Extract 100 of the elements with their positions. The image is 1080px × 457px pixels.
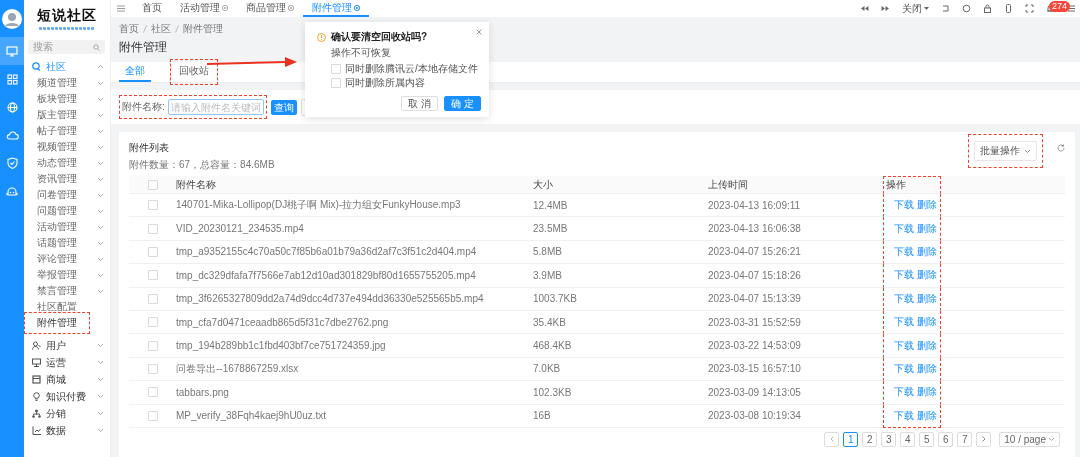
page-tab[interactable]: 活动管理 bbox=[171, 0, 237, 17]
action-link[interactable]: 下载 bbox=[894, 361, 914, 376]
checkbox-label[interactable]: 同时删除所属内容 bbox=[345, 76, 425, 90]
page-button[interactable]: 2 bbox=[862, 431, 878, 447]
grid-icon[interactable] bbox=[6, 73, 18, 85]
menu-item[interactable]: 社区配置 bbox=[27, 299, 87, 315]
tab[interactable]: 回收站 bbox=[173, 62, 215, 82]
action-link[interactable]: 删除 bbox=[917, 315, 937, 330]
menu-icon[interactable] bbox=[117, 5, 125, 12]
checkbox[interactable] bbox=[147, 317, 158, 328]
input-field[interactable]: 请输入附件名关键词 bbox=[167, 99, 264, 115]
breadcrumb-item[interactable]: 社区 bbox=[151, 22, 171, 36]
action-link[interactable]: 删除 bbox=[917, 385, 937, 400]
menu-item[interactable]: 举报管理 bbox=[27, 267, 87, 283]
menu-icon[interactable] bbox=[1067, 4, 1076, 13]
menu-group[interactable]: 社区 bbox=[24, 58, 110, 75]
menu-item[interactable]: 评论管理 bbox=[27, 251, 87, 267]
menu-item[interactable]: 附件管理 bbox=[27, 315, 87, 331]
checkbox[interactable] bbox=[147, 410, 158, 421]
action-link[interactable]: 删除 bbox=[917, 244, 937, 259]
menu-group[interactable]: 运营 bbox=[24, 354, 110, 371]
page-tab[interactable]: 附件管理 bbox=[303, 0, 369, 17]
monitor-icon[interactable] bbox=[6, 45, 18, 57]
menu-item[interactable]: 板块管理 bbox=[27, 91, 87, 107]
exit-icon[interactable] bbox=[941, 4, 950, 13]
menu-item[interactable]: 活动管理 bbox=[27, 219, 87, 235]
shield-icon[interactable] bbox=[6, 157, 18, 169]
next-page-button[interactable] bbox=[976, 431, 992, 447]
page-button[interactable]: 6 bbox=[938, 431, 954, 447]
menu-item[interactable]: 版主管理 bbox=[27, 107, 87, 123]
action-link[interactable]: 下载 bbox=[894, 268, 914, 283]
close-icon[interactable] bbox=[476, 29, 482, 35]
page-button[interactable]: 5 bbox=[919, 431, 935, 447]
search-button[interactable]: 查询 bbox=[270, 99, 297, 115]
page-button[interactable]: 4 bbox=[900, 431, 916, 447]
tab[interactable]: 全部 bbox=[119, 62, 151, 82]
batch-dropdown[interactable]: 批量操作 bbox=[974, 141, 1037, 161]
page-tab[interactable]: 商品管理 bbox=[237, 0, 303, 17]
action-link[interactable]: 删除 bbox=[917, 408, 937, 423]
checkbox[interactable] bbox=[147, 223, 158, 234]
globe-icon[interactable] bbox=[6, 101, 18, 113]
menu-item[interactable]: 问卷管理 bbox=[27, 187, 87, 203]
action-link[interactable]: 下载 bbox=[894, 338, 914, 353]
close-icon[interactable] bbox=[288, 4, 294, 11]
page-tab[interactable]: 首页 bbox=[133, 0, 171, 17]
menu-item[interactable]: 频道管理 bbox=[27, 75, 87, 91]
checkbox[interactable] bbox=[147, 200, 158, 211]
page-size-dropdown[interactable]: 10 / page bbox=[999, 431, 1060, 447]
close-menu-dropdown[interactable]: 关闭 bbox=[902, 1, 929, 16]
menu-group[interactable]: 分销 bbox=[24, 405, 110, 422]
action-link[interactable]: 下载 bbox=[894, 291, 914, 306]
refresh-icon[interactable] bbox=[1057, 144, 1065, 152]
rewind-icon[interactable] bbox=[860, 4, 869, 13]
robot-icon[interactable] bbox=[6, 185, 18, 197]
checkbox[interactable] bbox=[331, 78, 341, 88]
action-link[interactable]: 删除 bbox=[917, 361, 937, 376]
page-button[interactable]: 1 bbox=[843, 431, 859, 447]
action-link[interactable]: 下载 bbox=[894, 408, 914, 423]
action-link[interactable]: 下载 bbox=[894, 221, 914, 236]
menu-item[interactable]: 资讯管理 bbox=[27, 171, 87, 187]
action-link[interactable]: 删除 bbox=[917, 198, 937, 213]
menu-group[interactable]: 数据 bbox=[24, 422, 110, 439]
menu-item[interactable]: 动态管理 bbox=[27, 155, 87, 171]
previous-page-button[interactable] bbox=[824, 431, 840, 447]
menu-group[interactable]: 用户 bbox=[24, 337, 110, 354]
menu-item[interactable]: 话题管理 bbox=[27, 235, 87, 251]
action-link[interactable]: 删除 bbox=[917, 221, 937, 236]
cloud-icon[interactable] bbox=[5, 130, 19, 140]
checkbox[interactable] bbox=[147, 246, 158, 257]
checkbox[interactable] bbox=[147, 270, 158, 281]
action-link[interactable]: 删除 bbox=[917, 338, 937, 353]
action-link[interactable]: 下载 bbox=[894, 198, 914, 213]
page-button[interactable]: 7 bbox=[957, 431, 973, 447]
breadcrumb-item[interactable]: 附件管理 bbox=[183, 22, 223, 36]
phone-icon[interactable] bbox=[1004, 4, 1013, 13]
close-icon[interactable] bbox=[354, 4, 360, 11]
action-link[interactable]: 下载 bbox=[894, 385, 914, 400]
menu-group[interactable]: 商城 bbox=[24, 371, 110, 388]
refresh-icon[interactable] bbox=[962, 4, 971, 13]
avatar[interactable] bbox=[2, 9, 22, 29]
checkbox[interactable] bbox=[147, 363, 158, 374]
lock-icon[interactable] bbox=[983, 4, 992, 13]
action-link[interactable]: 下载 bbox=[894, 315, 914, 330]
breadcrumb-item[interactable]: 首页 bbox=[119, 22, 139, 36]
checkbox[interactable] bbox=[147, 179, 158, 190]
action-link[interactable]: 删除 bbox=[917, 268, 937, 283]
checkbox[interactable] bbox=[147, 293, 158, 304]
confirm-button[interactable]: 确 定 bbox=[444, 96, 481, 111]
action-link[interactable]: 删除 bbox=[917, 291, 937, 306]
action-link[interactable]: 下载 bbox=[894, 244, 914, 259]
checkbox[interactable] bbox=[147, 340, 158, 351]
menu-item[interactable]: 视频管理 bbox=[27, 139, 87, 155]
page-button[interactable]: 3 bbox=[881, 431, 897, 447]
menu-item[interactable]: 问题管理 bbox=[27, 203, 87, 219]
cancel-button[interactable]: 取 消 bbox=[401, 96, 439, 111]
checkbox[interactable] bbox=[147, 387, 158, 398]
checkbox[interactable] bbox=[331, 64, 341, 74]
fullscreen-icon[interactable] bbox=[1025, 4, 1034, 13]
fast-forward-icon[interactable] bbox=[881, 4, 890, 13]
menu-item[interactable]: 禁言管理 bbox=[27, 283, 87, 299]
